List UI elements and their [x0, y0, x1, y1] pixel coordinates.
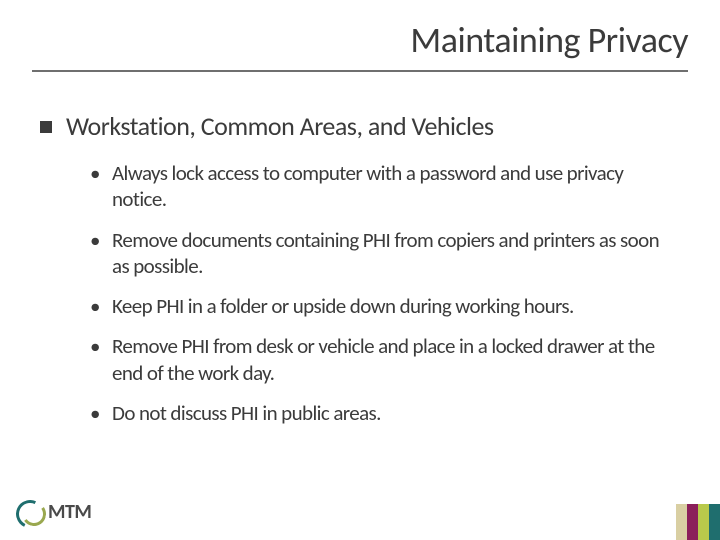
list-item: Keep PHI in a folder or upside down duri… [90, 293, 680, 319]
accent-bar [698, 504, 709, 540]
bullet-list: Always lock access to computer with a pa… [90, 160, 680, 426]
content-block: Workstation, Common Areas, and Vehicles … [40, 110, 680, 440]
title-underline [32, 70, 688, 72]
logo-text: MTM [48, 500, 91, 524]
accent-bar [687, 504, 698, 540]
list-item: Remove PHI from desk or vehicle and plac… [90, 333, 680, 386]
list-item: Always lock access to computer with a pa… [90, 160, 680, 213]
list-item: Remove documents containing PHI from cop… [90, 227, 680, 280]
slide: Maintaining Privacy Workstation, Common … [0, 0, 720, 540]
accent-bars [676, 504, 720, 540]
accent-bar [676, 504, 687, 540]
accent-bar [709, 504, 720, 540]
section-heading-text: Workstation, Common Areas, and Vehicles [66, 110, 494, 142]
slide-title: Maintaining Privacy [32, 18, 688, 66]
brand-logo: MTM [16, 498, 91, 526]
square-bullet-icon [40, 121, 52, 133]
section-heading: Workstation, Common Areas, and Vehicles [40, 110, 680, 142]
list-item: Do not discuss PHI in public areas. [90, 400, 680, 426]
title-block: Maintaining Privacy [0, 18, 720, 78]
logo-mark-icon [16, 498, 44, 526]
